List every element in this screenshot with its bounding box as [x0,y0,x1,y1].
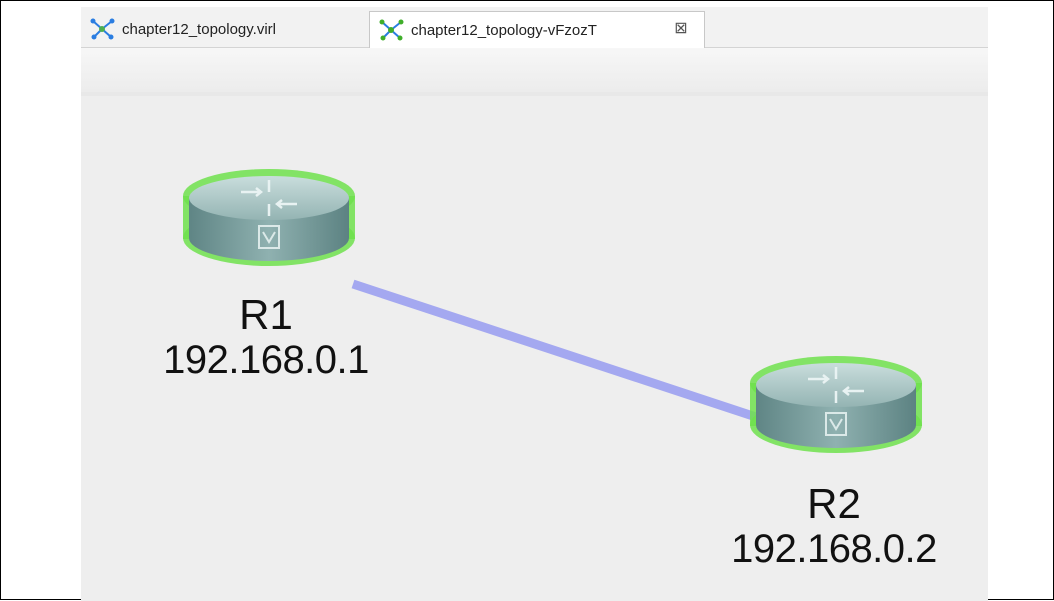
node-ip-address: 192.168.0.2 [731,527,937,571]
router-icon [750,356,922,453]
node-ip-address: 192.168.0.1 [163,338,369,382]
router-r2[interactable] [748,353,924,453]
router-r1[interactable] [181,166,357,266]
node-label-r1: R1 192.168.0.1 [141,291,391,383]
topology-editor: chapter12_topology.virl chapter12_topolo… [81,7,988,601]
node-name: R2 [807,480,861,527]
node-label-r2: R2 192.168.0.2 [709,480,959,572]
screenshot-frame: chapter12_topology.virl chapter12_topolo… [0,0,1054,601]
router-icon [183,169,355,266]
node-name: R1 [239,291,293,338]
topology-canvas[interactable]: R1 192.168.0.1 R2 192.168.0.2 [81,7,988,601]
